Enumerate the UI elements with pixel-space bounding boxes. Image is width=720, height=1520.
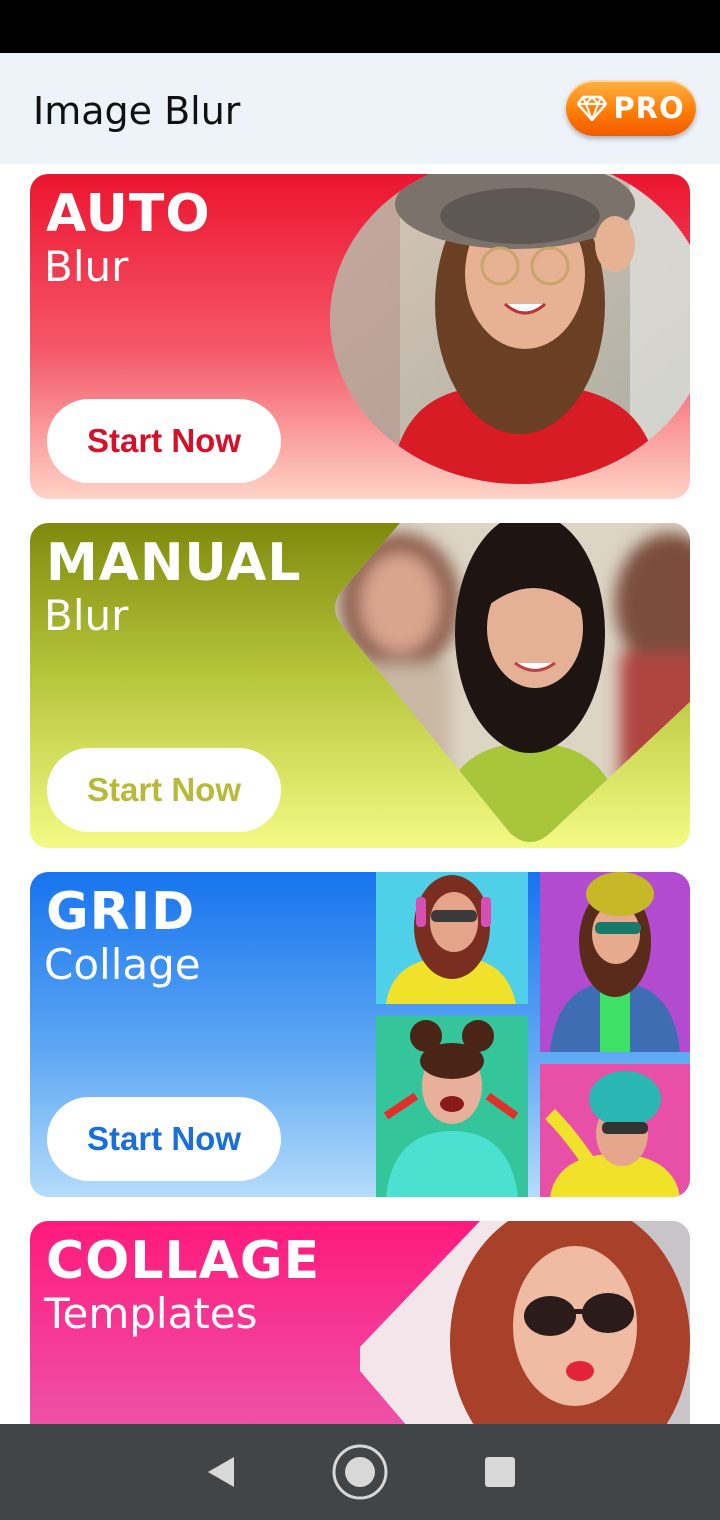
card-title: GRID bbox=[46, 882, 196, 942]
grid-photo-3 bbox=[376, 1016, 528, 1197]
auto-blur-photo bbox=[330, 174, 690, 484]
recents-button[interactable] bbox=[470, 1442, 530, 1502]
start-now-button[interactable]: Start Now bbox=[47, 748, 281, 832]
pro-button[interactable]: PRO bbox=[566, 80, 696, 136]
card-subtitle: Templates bbox=[44, 1289, 258, 1338]
app-title: Image Blur bbox=[33, 89, 241, 133]
grid-photo-4 bbox=[540, 1064, 690, 1197]
pro-label: PRO bbox=[613, 91, 685, 125]
recents-icon bbox=[485, 1457, 515, 1487]
card-subtitle: Collage bbox=[44, 940, 201, 989]
card-subtitle: Blur bbox=[44, 242, 129, 291]
home-icon bbox=[332, 1444, 388, 1500]
grid-photo-2 bbox=[540, 872, 690, 1052]
diamond-icon bbox=[577, 95, 608, 121]
home-button[interactable] bbox=[330, 1442, 390, 1502]
back-icon bbox=[208, 1457, 234, 1487]
start-now-button[interactable]: Start Now bbox=[47, 399, 281, 483]
card-title: COLLAGE bbox=[46, 1231, 321, 1291]
system-nav-bar bbox=[0, 1424, 720, 1520]
card-title: MANUAL bbox=[46, 533, 302, 593]
card-title: AUTO bbox=[46, 184, 211, 244]
auto-blur-card[interactable]: AUTO Blur Start Now bbox=[30, 174, 690, 499]
grid-collage-card[interactable]: GRID Collage Start Now bbox=[30, 872, 690, 1197]
collage-templates-photo bbox=[360, 1221, 690, 1424]
feature-list[interactable]: AUTO Blur Start Now MANUAL Blur Start No… bbox=[0, 164, 720, 1424]
card-subtitle: Blur bbox=[44, 591, 129, 640]
start-now-button[interactable]: Start Now bbox=[47, 1097, 281, 1181]
app-bar: Image Blur PRO bbox=[0, 53, 720, 164]
grid-photo-1 bbox=[376, 872, 528, 1004]
collage-templates-card[interactable]: COLLAGE Templates bbox=[30, 1221, 690, 1424]
manual-blur-photo bbox=[330, 523, 690, 848]
manual-blur-card[interactable]: MANUAL Blur Start Now bbox=[30, 523, 690, 848]
back-button[interactable] bbox=[190, 1442, 250, 1502]
status-bar bbox=[0, 0, 720, 53]
